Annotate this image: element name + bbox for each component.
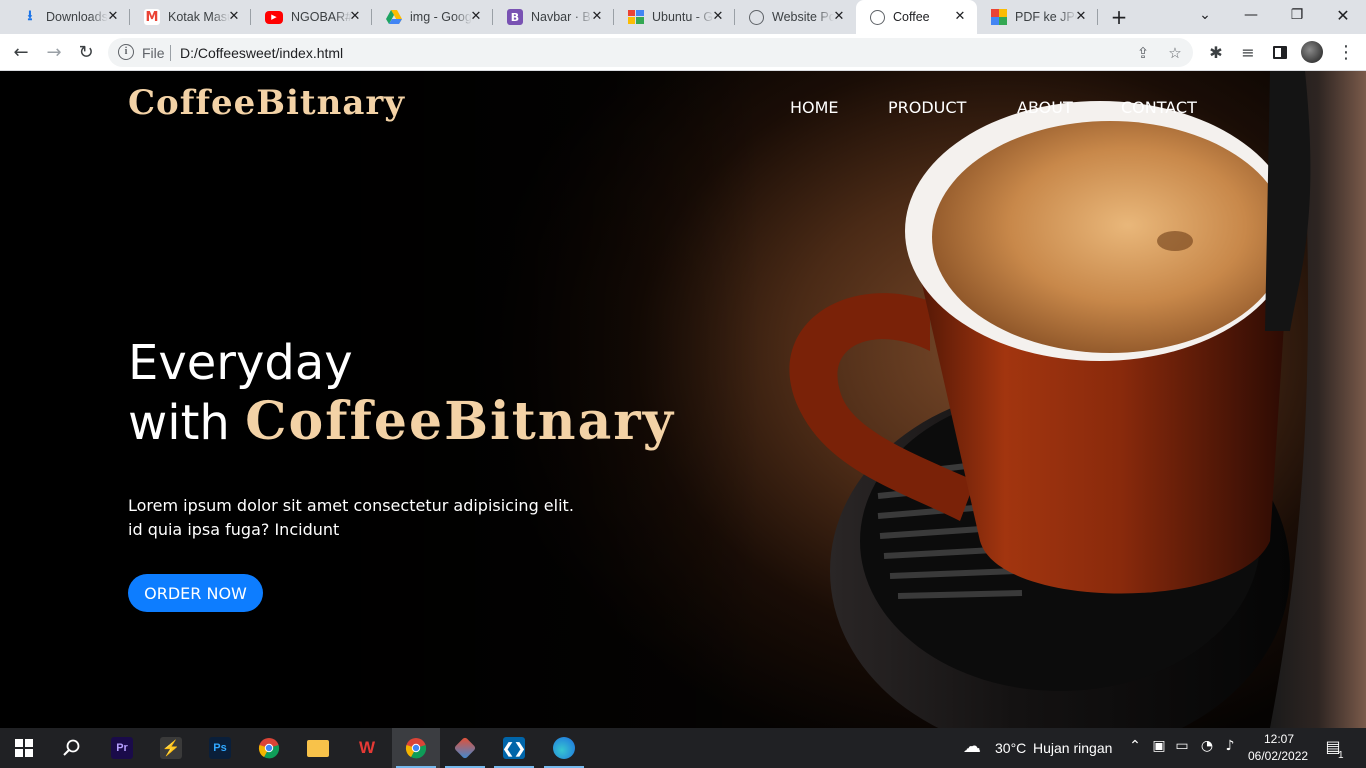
url-text[interactable]: D:/Coffeesweet/index.html — [180, 45, 343, 61]
close-icon[interactable]: ✕ — [1074, 10, 1088, 24]
nav-home[interactable]: HOME — [790, 98, 839, 117]
meet-now-icon[interactable]: ▣ — [1149, 738, 1169, 754]
tab-coffee[interactable]: Coffee ✕ — [856, 0, 977, 34]
tab-title: Kotak Masuk — [168, 10, 230, 24]
clock-date[interactable]: 06/02/2022 — [1248, 749, 1308, 763]
wifi-icon[interactable]: ◔ — [1197, 738, 1217, 754]
search-icon[interactable] — [48, 728, 96, 768]
tab-title: Website Portfolio — [772, 10, 834, 24]
tab-portfolio[interactable]: Website Portfolio ✕ — [735, 0, 856, 34]
description-line-2: id quia ipsa fuga? Incidunt — [128, 520, 340, 539]
restore-button[interactable]: ❐ — [1274, 0, 1320, 30]
tab-pdf[interactable]: PDF ke JPG ✕ — [977, 0, 1098, 34]
star-icon[interactable]: ☆ — [1165, 43, 1185, 63]
windows-start-icon[interactable] — [0, 728, 48, 768]
close-icon[interactable]: ✕ — [832, 10, 846, 24]
coffee-website: CoffeeBitnary HOME PRODUCT ABOUT CONTACT… — [0, 71, 1366, 728]
battery-icon[interactable]: ▭ — [1172, 738, 1192, 754]
tab-drive[interactable]: img - Google Drive ✕ — [372, 0, 493, 34]
brand-logo[interactable]: CoffeeBitnary — [128, 83, 405, 123]
new-tab-button[interactable]: + — [1108, 7, 1130, 27]
close-icon[interactable]: ✕ — [227, 10, 241, 24]
vscode-icon[interactable]: ❮❯ — [490, 728, 538, 768]
tab-bootstrap[interactable]: B Navbar · Bootstrap ✕ — [493, 0, 614, 34]
tab-youtube[interactable]: ▶ NGOBAR# ✕ — [251, 0, 372, 34]
tab-strip: ⭳ Downloads ✕ M Kotak Masuk ✕ ▶ NGOBAR# … — [0, 0, 1366, 34]
bootstrap-icon: B — [507, 9, 523, 25]
wps-icon[interactable]: W — [343, 728, 391, 768]
sublime-icon[interactable]: ⚡ — [147, 728, 195, 768]
file-explorer-icon[interactable] — [294, 728, 342, 768]
browser-toolbar: ← → ↻ i File D:/Coffeesweet/index.html ⇪… — [0, 34, 1366, 71]
weather-temp[interactable]: 30°C — [995, 740, 1026, 756]
reload-button[interactable]: ↻ — [74, 40, 98, 64]
close-icon[interactable]: ✕ — [711, 10, 725, 24]
address-bar[interactable]: i File D:/Coffeesweet/index.html ⇪ ☆ — [108, 38, 1193, 67]
tab-title: Navbar · Bootstrap — [531, 10, 593, 24]
info-icon[interactable]: i — [118, 44, 134, 60]
description-line-1: Lorem ipsum dolor sit amet consectetur a… — [128, 496, 574, 515]
tab-gmail[interactable]: M Kotak Masuk ✕ — [130, 0, 251, 34]
tab-title: PDF ke JPG — [1015, 10, 1077, 24]
order-now-button[interactable]: ORDER NOW — [128, 574, 263, 612]
gmail-icon: M — [144, 9, 160, 25]
tab-title: img - Google Drive — [410, 10, 472, 24]
forward-button[interactable]: → — [42, 40, 66, 64]
tab-separator — [1097, 9, 1098, 25]
clock-time[interactable]: 12:07 — [1264, 732, 1294, 746]
divider — [170, 45, 171, 61]
globe-icon — [870, 9, 885, 25]
weather-text[interactable]: Hujan ringan — [1033, 740, 1112, 756]
tab-title: Ubuntu - Google — [652, 10, 714, 24]
nav-contact[interactable]: CONTACT — [1121, 98, 1197, 117]
scheme-label: File — [142, 45, 165, 61]
nav-about[interactable]: ABOUT — [1017, 98, 1073, 117]
back-button[interactable]: ← — [9, 40, 33, 64]
download-icon: ⭳ — [27, 8, 33, 24]
windows-taskbar: Pr ⚡ Ps W ❮❯ ☁ 30°C Hujan ringan ⌃ ▣ ▭ ◔… — [0, 728, 1366, 768]
premiere-icon[interactable]: Pr — [98, 728, 146, 768]
nav-product[interactable]: PRODUCT — [888, 98, 966, 117]
menu-kebab-icon[interactable]: ⋮ — [1334, 40, 1358, 64]
colorful-icon — [628, 9, 644, 25]
git-icon[interactable] — [441, 728, 489, 768]
chrome-icon[interactable] — [245, 728, 293, 768]
close-icon[interactable]: ✕ — [348, 10, 362, 24]
close-window-button[interactable]: ✕ — [1320, 0, 1366, 30]
photoshop-icon[interactable]: Ps — [196, 728, 244, 768]
close-icon[interactable]: ✕ — [106, 10, 120, 24]
tab-title: NGOBAR# — [291, 10, 353, 24]
minimize-button[interactable]: — — [1228, 0, 1274, 30]
edge-icon[interactable] — [540, 728, 588, 768]
hero-heading-line1: Everyday — [128, 335, 353, 391]
profile-avatar[interactable] — [1300, 40, 1324, 64]
close-icon[interactable]: ✕ — [590, 10, 604, 24]
media-queue-icon[interactable]: ≡ — [1236, 40, 1260, 64]
tab-downloads[interactable]: ⭳ Downloads ✕ — [8, 0, 130, 34]
hero-prefix: with — [128, 395, 230, 451]
youtube-icon: ▶ — [265, 10, 283, 24]
extensions-icon[interactable]: ✱ — [1204, 40, 1228, 64]
chevron-up-icon[interactable]: ⌃ — [1125, 738, 1145, 754]
side-panel-icon[interactable] — [1268, 40, 1292, 64]
globe-icon — [749, 9, 764, 25]
hero-brand: CoffeeBitnary — [245, 391, 675, 452]
hero-heading-line2: with CoffeeBitnary — [128, 391, 675, 452]
drive-icon — [386, 9, 402, 25]
volume-icon[interactable]: ♪ — [1220, 738, 1240, 754]
tab-search-chevron-icon[interactable]: ⌄ — [1182, 0, 1228, 30]
close-icon[interactable]: ✕ — [469, 10, 483, 24]
pdf-colorful-icon — [991, 9, 1007, 25]
tab-title: Coffee — [893, 10, 930, 24]
close-icon[interactable]: ✕ — [953, 10, 967, 24]
notification-count: 1 — [1338, 750, 1344, 761]
tab-ubuntu[interactable]: Ubuntu - Google ✕ — [614, 0, 735, 34]
chrome-active-icon[interactable] — [392, 728, 440, 768]
share-icon[interactable]: ⇪ — [1133, 43, 1153, 63]
tab-title: Downloads — [46, 10, 108, 24]
hero-description: Lorem ipsum dolor sit amet consectetur a… — [128, 494, 598, 542]
cloud-rain-icon[interactable]: ☁ — [962, 736, 982, 757]
